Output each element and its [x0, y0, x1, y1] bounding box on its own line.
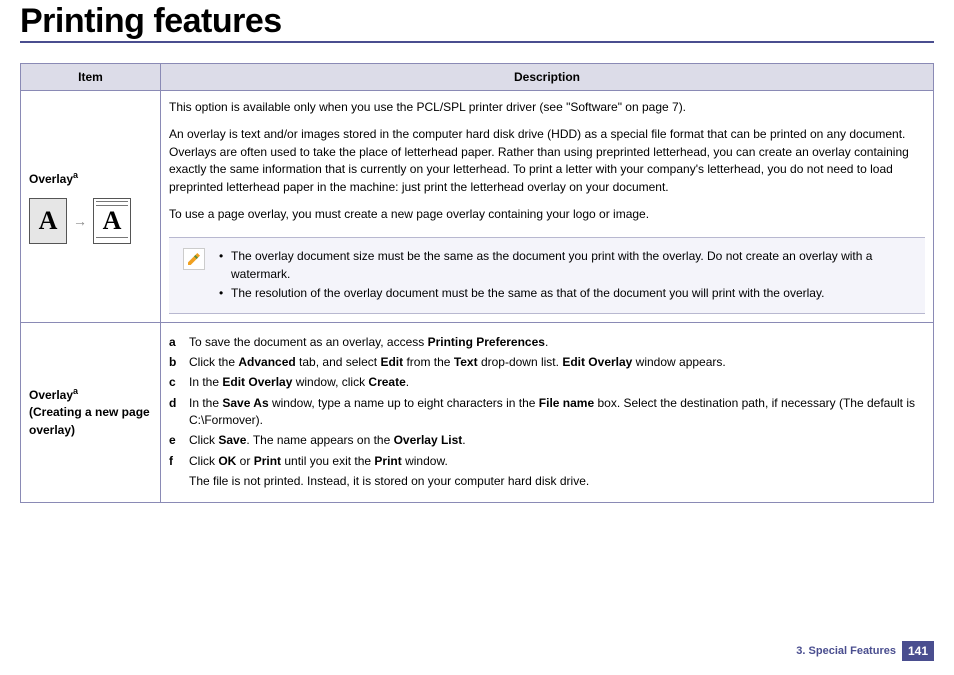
page-number: 141: [902, 641, 934, 661]
table-row: Overlaya (Creating a new page overlay) a…: [21, 322, 934, 502]
overlay-illustration: A → A: [29, 198, 152, 244]
body-text: An overlay is text and/or images stored …: [169, 126, 925, 196]
table-row: Overlaya A → A This option is available …: [21, 91, 934, 323]
steps-list: aTo save the document as an overlay, acc…: [169, 334, 925, 491]
step-c: cIn the Edit Overlay window, click Creat…: [169, 374, 925, 391]
features-table: Item Description Overlaya A → A This opt…: [20, 63, 934, 503]
footnote-ref: a: [73, 386, 78, 396]
item-sublabel: (Creating a new page overlay): [29, 404, 152, 439]
section-label: 3. Special Features: [796, 645, 896, 657]
note-icon: [183, 248, 205, 270]
step-e: eClick Save. The name appears on the Ove…: [169, 432, 925, 449]
step-f: fClick OK or Print until you exit the Pr…: [169, 453, 925, 470]
footnote-ref: a: [73, 170, 78, 180]
body-text: To use a page overlay, you must create a…: [169, 206, 925, 223]
step-note: The file is not printed. Instead, it is …: [169, 473, 925, 490]
note-item: The resolution of the overlay document m…: [219, 285, 915, 302]
overlay-source-icon: A: [29, 198, 67, 244]
step-d: dIn the Save As window, type a name up t…: [169, 395, 925, 430]
item-label: Overlay: [29, 172, 73, 186]
arrow-icon: →: [73, 211, 87, 231]
col-header-description: Description: [161, 64, 934, 91]
step-a: aTo save the document as an overlay, acc…: [169, 334, 925, 351]
col-header-item: Item: [21, 64, 161, 91]
page-title: Printing features: [20, 0, 934, 41]
body-text: This option is available only when you u…: [169, 99, 925, 116]
item-label: Overlay: [29, 388, 73, 402]
note-box: The overlay document size must be the sa…: [169, 237, 925, 313]
page-footer: 3. Special Features 141: [796, 641, 934, 661]
step-b: bClick the Advanced tab, and select Edit…: [169, 354, 925, 371]
overlay-result-icon: A: [93, 198, 131, 244]
note-item: The overlay document size must be the sa…: [219, 248, 915, 283]
